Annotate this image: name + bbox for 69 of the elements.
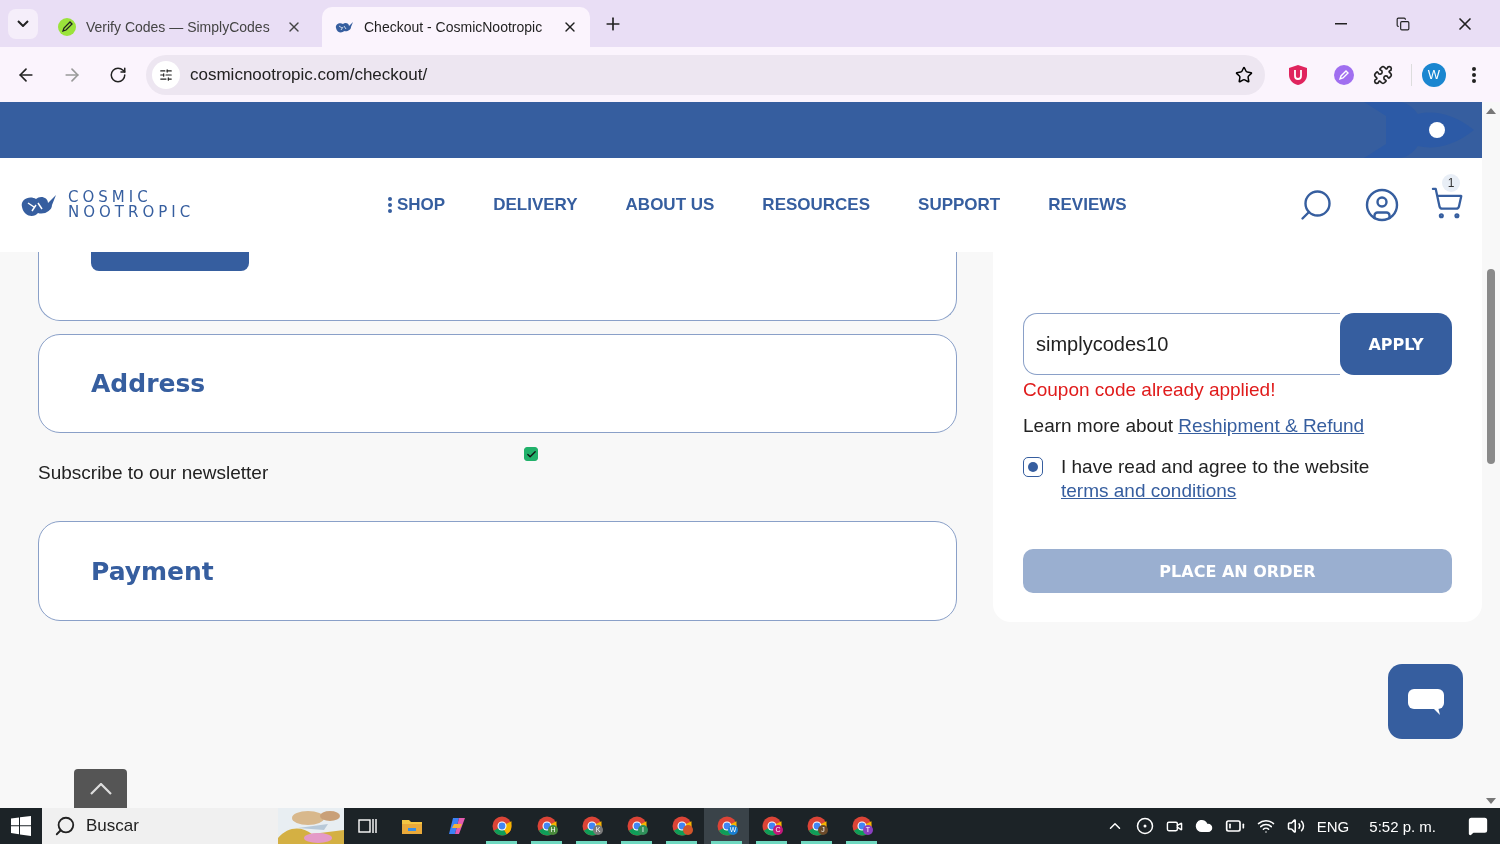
- language-indicator[interactable]: ENG: [1316, 817, 1350, 835]
- tab-search-button[interactable]: [8, 8, 38, 39]
- taskbar-search-field[interactable]: Buscar: [42, 808, 344, 844]
- chevron-down-icon: [17, 20, 29, 27]
- reshipment-refund-link[interactable]: Reshipment & Refund: [1178, 415, 1365, 436]
- coupon-field[interactable]: simplycodes10: [1023, 313, 1340, 375]
- address-bar[interactable]: cosmicnootropic.com/checkout/: [146, 54, 1265, 95]
- shield-icon[interactable]: [1289, 64, 1307, 85]
- task-view-icon: [356, 817, 377, 835]
- scrollbar[interactable]: [1482, 102, 1500, 808]
- folder-icon: [401, 818, 422, 834]
- brain-rocket-icon: [334, 20, 354, 34]
- minimize-icon: [1335, 22, 1347, 25]
- site-settings-button[interactable]: [152, 60, 180, 89]
- terms-checkbox[interactable]: [1023, 457, 1043, 477]
- chat-button[interactable]: [1388, 664, 1463, 739]
- windows-icon: [11, 816, 31, 836]
- search-icon[interactable]: [1298, 187, 1334, 223]
- logo-text: NOOTROPIC: [68, 205, 195, 220]
- tab-title: Checkout - CosmicNootropic: [364, 19, 544, 35]
- browser-tab[interactable]: Verify Codes — SimplyCodes: [46, 7, 314, 47]
- search-icon: [54, 815, 76, 837]
- section-title: Address: [91, 369, 206, 398]
- chrome-icon: [716, 816, 737, 836]
- volume-icon[interactable]: [1286, 817, 1305, 835]
- checkout-section-card[interactable]: Address: [38, 334, 957, 433]
- pencil-badge-icon: [58, 18, 76, 36]
- sliders-icon: [159, 67, 173, 82]
- nav-link[interactable]: SUPPORT: [918, 195, 1001, 215]
- scroll-to-top-button[interactable]: [74, 769, 127, 808]
- profile-avatar[interactable]: W: [1422, 62, 1446, 87]
- section-title: Payment: [91, 556, 214, 586]
- cart-count: 1: [1442, 174, 1460, 192]
- extension-icon[interactable]: [1333, 63, 1355, 86]
- puzzle-icon: [1373, 64, 1393, 85]
- browser-tab[interactable]: Checkout - CosmicNootropic: [322, 7, 590, 47]
- menu-icon: [1472, 66, 1476, 83]
- learn-more-text: Learn more about Reshipment & Refund: [1023, 415, 1366, 437]
- restore-icon: [1396, 16, 1410, 31]
- terms-text: I have read and agree to the website terms and conditions: [1061, 455, 1370, 503]
- notifications-icon[interactable]: [1468, 816, 1488, 836]
- apply-button[interactable]: APPLY: [1340, 313, 1452, 375]
- cloud-icon[interactable]: [1194, 817, 1213, 835]
- chat-icon: [1407, 688, 1444, 715]
- newsletter-label: Subscribe to our newsletter: [38, 462, 269, 484]
- cart-icon[interactable]: [1430, 186, 1464, 220]
- user-account-icon[interactable]: [1364, 187, 1400, 223]
- tab-title: Verify Codes — SimplyCodes: [86, 19, 271, 35]
- nav-link[interactable]: ABOUT US: [625, 195, 715, 215]
- reload-icon: [109, 65, 127, 84]
- dots-icon: [388, 197, 392, 213]
- logo-text: COSMIC: [68, 190, 152, 205]
- wifi-icon[interactable]: [1256, 817, 1275, 835]
- nav-link[interactable]: DELIVERY: [493, 195, 578, 215]
- nav-link[interactable]: REVIEWS: [1048, 195, 1127, 215]
- chrome-icon: [491, 816, 512, 836]
- nav-link[interactable]: RESOURCES: [762, 195, 871, 215]
- bookmark-star-icon[interactable]: [1235, 65, 1253, 84]
- clock[interactable]: 5:52 p. m.: [1369, 817, 1436, 835]
- terms-link[interactable]: terms and conditions: [1061, 480, 1237, 501]
- newsletter-checkbox[interactable]: [524, 447, 538, 461]
- url-text: cosmicnootropic.com/checkout/: [190, 64, 429, 85]
- coupon-error-message: Coupon code already applied!: [1023, 379, 1277, 401]
- copilot-icon: [446, 816, 467, 836]
- record-icon[interactable]: [1135, 817, 1154, 835]
- checkout-section-card[interactable]: Payment: [38, 521, 957, 621]
- search-placeholder: Buscar: [86, 816, 139, 836]
- chevron-up-icon: [89, 782, 112, 795]
- nav-link[interactable]: SHOP: [397, 195, 446, 215]
